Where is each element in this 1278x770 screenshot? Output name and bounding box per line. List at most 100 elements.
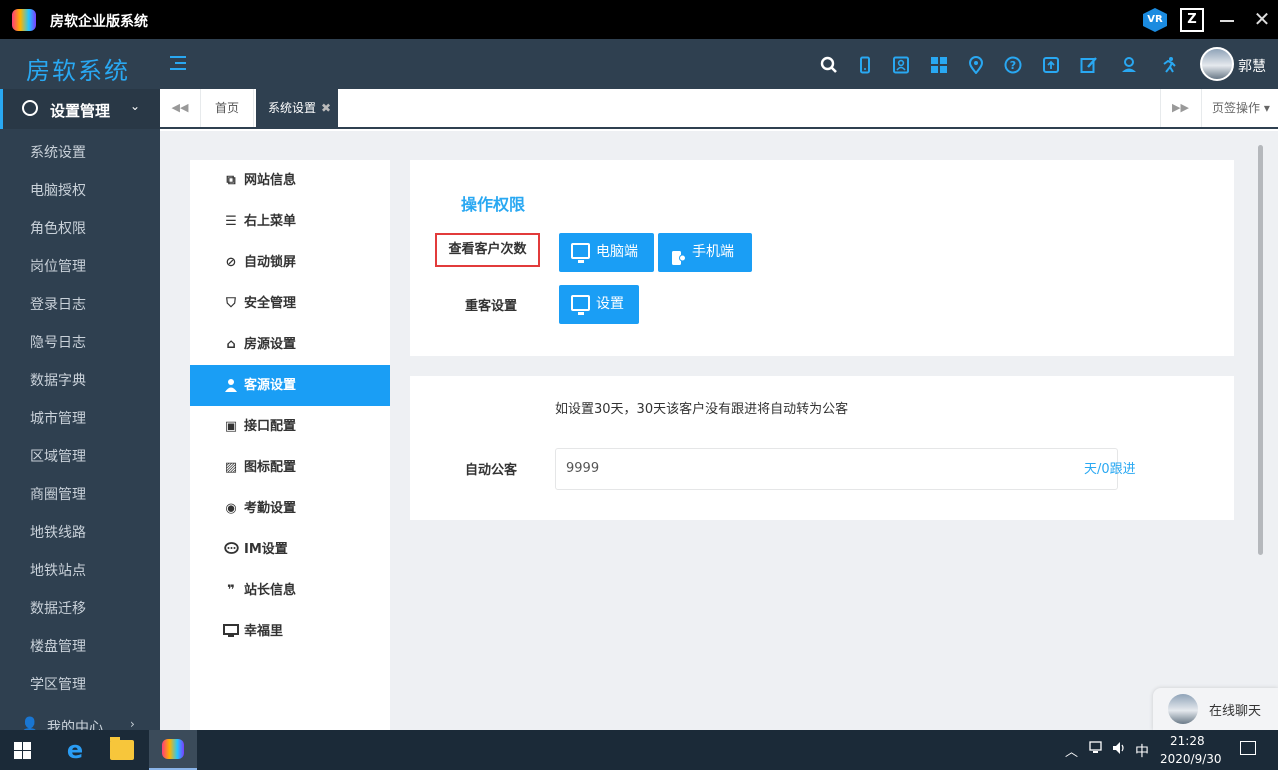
sidebar-item-data-migration[interactable]: 数据迁移 [0,590,160,628]
avatar[interactable] [1200,47,1234,81]
sidebar-group-my-center[interactable]: 👤 我的中心 › [0,717,160,730]
sidebar-item-role-permissions[interactable]: 角色权限 [0,210,160,248]
sidebar-item-metro-stations[interactable]: 地铁站点 [0,552,160,590]
chevron-right-icon: › [130,717,135,730]
duplicate-customer-label: 重客设置 [465,299,518,314]
image-icon: ▨ [224,460,238,475]
menu-item-icon-config[interactable]: ▨ 图标配置 [190,447,390,488]
menu-toggle-icon[interactable] [170,56,186,70]
app-taskbar-button[interactable] [149,730,197,770]
sidebar-item-pc-authorization[interactable]: 电脑授权 [0,172,160,210]
menu-item-im-settings[interactable]: IM设置 [190,529,390,570]
menu-item-attendance[interactable]: ◉ 考勤设置 [190,488,390,529]
menu-item-auto-lock[interactable]: ⊘ 自动锁屏 [190,242,390,283]
network-icon[interactable] [1089,741,1105,759]
location-pin-icon[interactable] [967,56,985,75]
mobile-button[interactable]: 手机端 [658,233,752,272]
auto-public-label: 自动公客 [465,463,518,478]
edit-icon[interactable] [1080,56,1098,74]
sidebar-item-school-district[interactable]: 学区管理 [0,666,160,704]
tray-chevron-icon[interactable]: ︿ [1065,741,1078,760]
search-icon[interactable] [820,56,838,74]
sidebar-item-district-management[interactable]: 区域管理 [0,438,160,476]
menu-item-api-config[interactable]: ▣ 接口配置 [190,406,390,447]
quote-icon: ❞ [227,583,235,598]
clock-date[interactable]: 2020/9/30 [1160,752,1222,766]
remote-assist-icon[interactable]: Z [1180,8,1204,32]
os-taskbar: e ︿ 中 21:28 2020/9/30 [0,730,1278,770]
sidebar-group-label: 我的中心 [47,720,103,730]
mobile-icon [670,243,689,265]
tab-label: 系统设置 [268,101,317,115]
vr-icon[interactable]: VR [1143,8,1167,32]
settings-menu: ⧉ 网站信息 ☰ 右上菜单 ⊘ 自动锁屏 ⛉ 安全管理 ⌂ 房源设置 客源设置 … [190,160,390,730]
brand-logo-text: 房软系统 [26,57,130,85]
menu-item-site-info[interactable]: ⧉ 网站信息 [190,160,390,201]
sidebar-item-property-management[interactable]: 楼盘管理 [0,628,160,666]
main-content: ⧉ 网站信息 ☰ 右上菜单 ⊘ 自动锁屏 ⛉ 安全管理 ⌂ 房源设置 客源设置 … [160,131,1278,730]
notification-icon[interactable] [1240,741,1256,755]
avatar [1168,694,1198,724]
menu-item-xingfuli[interactable]: 幸福里 [190,611,390,652]
auto-public-input[interactable]: 9999 [555,448,1118,490]
user-icon [223,365,239,409]
sidebar-group-settings[interactable]: 设置管理 ⌄ [0,89,160,129]
chat-label: 在线聊天 [1209,704,1262,719]
window-title: 房软企业版系统 [50,14,148,30]
online-chat-widget[interactable]: 在线聊天 [1153,688,1278,730]
auto-public-unit: 天/0跟进 [1084,462,1136,477]
tab-system-settings[interactable]: 系统设置 ✖ [256,89,338,127]
sidebar-item-data-dictionary[interactable]: 数据字典 [0,362,160,400]
monitor-icon [571,243,590,263]
content-scrollbar[interactable] [1258,145,1263,555]
ime-indicator[interactable]: 中 [1135,741,1149,761]
tabs-prev-button[interactable]: ◀◀ [160,89,200,127]
permissions-title: 操作权限 [461,195,526,214]
auto-public-hint: 如设置30天，30天该客户没有跟进将自动转为公客 [555,402,849,417]
site-icon: ⧉ [226,173,236,188]
windows-start-icon[interactable] [14,742,31,759]
close-icon[interactable]: ✖ [321,89,331,127]
menu-item-security[interactable]: ⛉ 安全管理 [190,283,390,324]
pc-button[interactable]: 电脑端 [559,233,654,272]
monitor-icon [571,295,590,315]
window-title-bar: 房软企业版系统 VR Z ✕ [0,0,1278,39]
mobile-icon[interactable] [856,56,874,74]
username-label[interactable]: 郭慧 [1238,56,1266,76]
runner-icon[interactable] [1160,56,1178,74]
menu-item-customer-settings[interactable]: 客源设置 [190,365,390,406]
sidebar: 设置管理 ⌄ 系统设置 电脑授权 角色权限 岗位管理 登录日志 隐号日志 数据字… [0,89,160,730]
shield-icon: ⛉ [226,296,236,311]
menu-item-property-settings[interactable]: ⌂ 房源设置 [190,324,390,365]
edge-browser-icon[interactable]: e [62,738,88,762]
file-explorer-icon[interactable] [110,737,134,760]
tab-home[interactable]: 首页 [200,89,254,127]
user-pin-icon[interactable] [1120,56,1138,74]
pin-icon: ◉ [225,501,237,516]
grid-icon[interactable] [930,56,948,74]
close-button[interactable]: ✕ [1250,8,1274,32]
contact-card-icon[interactable] [892,56,910,74]
monitor-icon [223,611,239,655]
sidebar-item-hidden-number-log[interactable]: 隐号日志 [0,324,160,362]
sidebar-item-metro-lines[interactable]: 地铁线路 [0,514,160,552]
sidebar-item-position-management[interactable]: 岗位管理 [0,248,160,286]
minimize-button[interactable] [1216,8,1240,32]
sidebar-group-label: 设置管理 [50,102,111,120]
help-icon[interactable]: ? [1004,56,1022,74]
sidebar-item-business-circle[interactable]: 商圈管理 [0,476,160,514]
upload-icon[interactable] [1042,56,1060,74]
menu-item-top-right-menu[interactable]: ☰ 右上菜单 [190,201,390,242]
clock-time[interactable]: 21:28 [1170,734,1205,748]
tabs-next-button[interactable]: ▶▶ [1160,89,1200,127]
tab-operations-dropdown[interactable]: 页签操作 ▾ [1201,89,1278,127]
menu-item-webmaster-info[interactable]: ❞ 站长信息 [190,570,390,611]
sidebar-item-city-management[interactable]: 城市管理 [0,400,160,438]
volume-icon[interactable] [1112,741,1128,759]
sidebar-item-system-settings[interactable]: 系统设置 [0,134,160,172]
sidebar-item-login-log[interactable]: 登录日志 [0,286,160,324]
chevron-down-icon: ⌄ [130,99,141,113]
app-header: 房软系统 ? 郭慧 [0,39,1278,89]
gear-icon [22,100,38,116]
duplicate-settings-button[interactable]: 设置 [559,285,639,324]
